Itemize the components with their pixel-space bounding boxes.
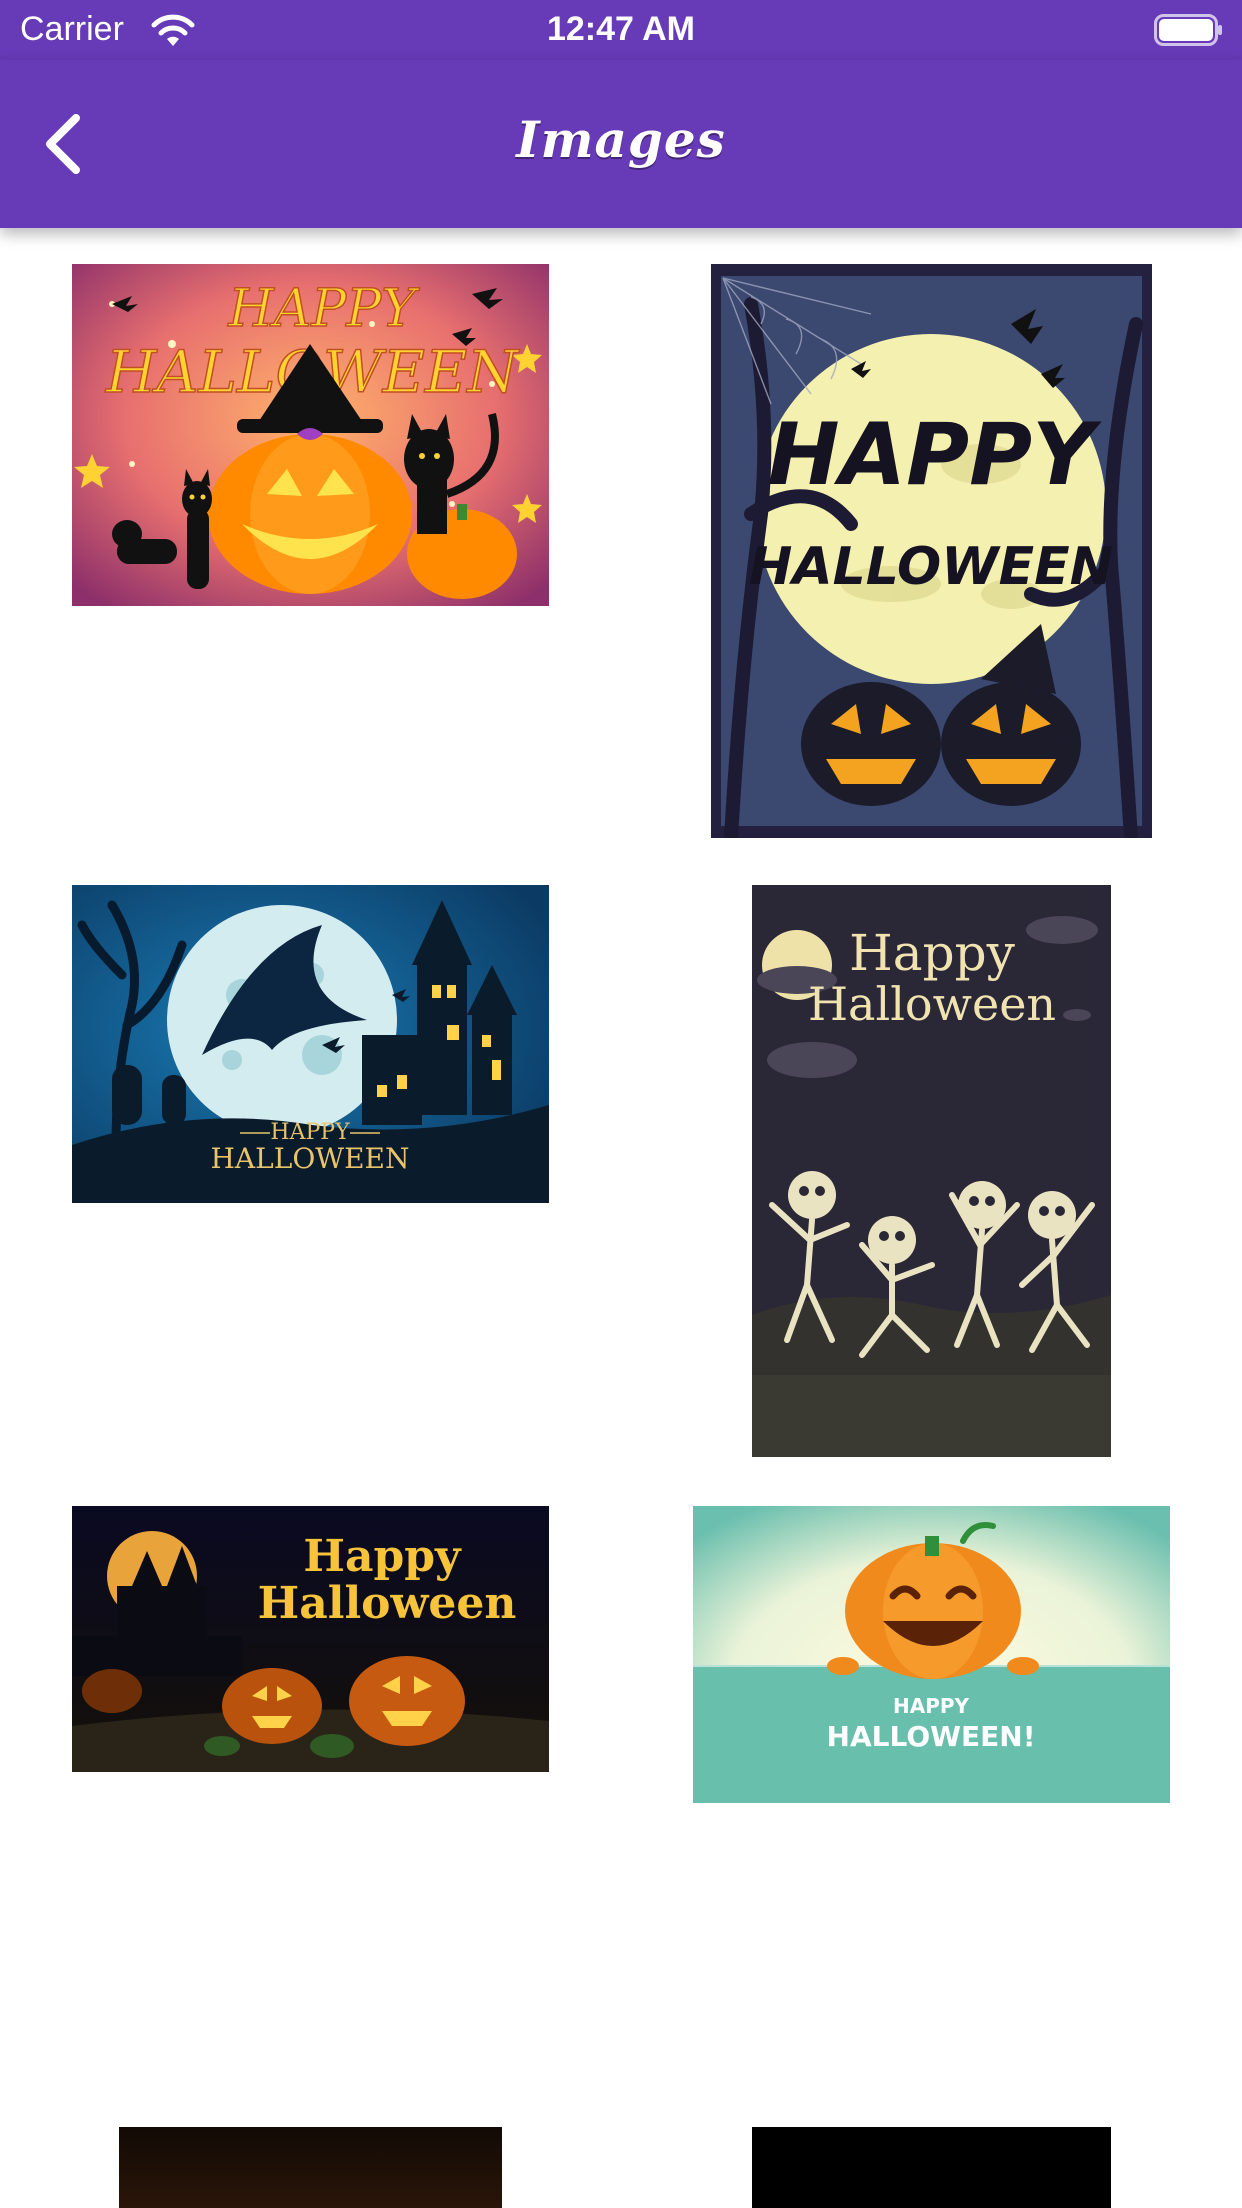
image-6-line1: HAPPY [893, 1694, 970, 1718]
halloween-image-6[interactable]: HAPPY HALLOWEEN! [693, 1506, 1170, 1803]
halloween-image-8[interactable] [752, 2127, 1111, 2208]
status-time: 12:47 AM [546, 10, 696, 48]
image-6-line2: HALLOWEEN! [827, 1720, 1036, 1753]
halloween-image-4[interactable]: Happy Halloween [752, 885, 1111, 1457]
image-1-line1: HAPPY [227, 279, 420, 339]
halloween-image-1[interactable]: HAPPY HALLOWEEN [72, 264, 549, 606]
halloween-image-5[interactable]: Happy Halloween [72, 1506, 549, 1772]
halloween-image-2[interactable]: HAPPY HALLOWEEN [711, 264, 1152, 838]
image-5-line2: Halloween [258, 1578, 517, 1629]
status-bar: Carrier 12:47 AM [0, 0, 1242, 60]
image-grid: HAPPY HALLOWEEN [0, 228, 1242, 2208]
image-4-line2: Halloween [808, 977, 1056, 1031]
battery-icon [1154, 14, 1222, 46]
image-3-line2: HALLOWEEN [211, 1142, 410, 1175]
page-title: Images [516, 110, 726, 169]
image-4-line1: Happy [849, 924, 1015, 982]
nav-bar: Images [0, 60, 1242, 228]
image-2-line1: HAPPY [768, 405, 1103, 505]
halloween-image-3[interactable]: HAPPY HALLOWEEN [72, 885, 549, 1203]
image-2-line2: HALLOWEEN [749, 537, 1113, 597]
halloween-image-7[interactable] [119, 2127, 502, 2208]
image-5-line1: Happy [303, 1531, 462, 1582]
